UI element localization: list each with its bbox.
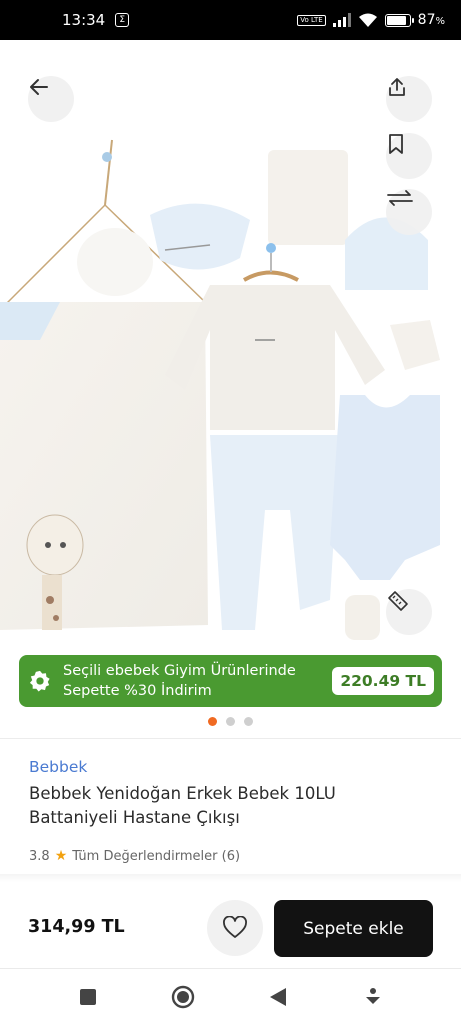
section-separator bbox=[0, 874, 461, 882]
product-image-gallery[interactable] bbox=[0, 40, 461, 640]
carousel-dot[interactable] bbox=[244, 717, 253, 726]
brand-link[interactable]: Bebbek bbox=[29, 758, 87, 776]
ruler-icon bbox=[388, 591, 408, 611]
status-time: 13:34 bbox=[62, 11, 106, 29]
arrow-left-icon bbox=[30, 79, 48, 95]
promo-text: Seçili ebebek Giyim Ürünlerinde Sepette … bbox=[63, 661, 332, 701]
battery-percent: 87 bbox=[417, 12, 436, 28]
chevron-down-icon bbox=[366, 988, 381, 1004]
product-image bbox=[0, 139, 440, 640]
rating-value: 3.8 bbox=[29, 848, 50, 864]
battery-fill bbox=[386, 15, 406, 25]
volte-icon: Vo LTE bbox=[297, 14, 326, 26]
system-nav-bar bbox=[0, 970, 461, 1024]
save-button[interactable] bbox=[386, 133, 432, 179]
status-right: Vo LTE 87% bbox=[297, 12, 445, 28]
promo-line2: Sepette %30 İndirim bbox=[63, 683, 212, 699]
status-left: 13:34 Σ bbox=[62, 11, 130, 29]
status-bar: 13:34 Σ Vo LTE 87% bbox=[0, 0, 461, 40]
home-circle-icon bbox=[171, 985, 195, 1009]
add-to-cart-button[interactable]: Sepete ekle bbox=[274, 900, 433, 957]
battery-icon bbox=[384, 13, 414, 27]
rating-row[interactable]: 3.8 ★ Tüm Değerlendirmeler (6) bbox=[29, 848, 240, 864]
recents-button[interactable] bbox=[74, 983, 102, 1011]
star-icon: ★ bbox=[54, 848, 68, 864]
product-price: 314,99 TL bbox=[28, 917, 125, 937]
heart-icon bbox=[223, 916, 247, 938]
promo-line1: Seçili ebebek Giyim Ürünlerinde bbox=[63, 663, 296, 679]
reviews-link[interactable]: Tüm Değerlendirmeler (6) bbox=[72, 849, 240, 864]
compare-arrows-icon bbox=[387, 190, 413, 206]
promo-price: 220.49 TL bbox=[332, 667, 434, 695]
divider bbox=[0, 738, 461, 739]
carousel-dot[interactable] bbox=[226, 717, 235, 726]
share-icon bbox=[389, 78, 405, 96]
bookmark-icon bbox=[389, 134, 403, 154]
signal-icon bbox=[332, 13, 351, 27]
discount-gear-icon bbox=[29, 670, 50, 692]
square-icon bbox=[79, 989, 96, 1005]
home-button[interactable] bbox=[169, 983, 197, 1011]
assistant-button[interactable] bbox=[359, 983, 387, 1011]
triangle-back-icon bbox=[270, 988, 287, 1006]
size-guide-button[interactable] bbox=[386, 589, 432, 635]
share-button[interactable] bbox=[386, 76, 432, 122]
favorite-button[interactable] bbox=[207, 900, 263, 956]
product-title: Bebbek Yenidoğan Erkek Bebek 10LU Battan… bbox=[29, 784, 336, 827]
notification-icon: Σ bbox=[115, 13, 130, 27]
carousel-indicator bbox=[0, 717, 461, 726]
carousel-dot[interactable] bbox=[208, 717, 217, 726]
battery-unit: % bbox=[435, 16, 445, 27]
divider bbox=[0, 968, 461, 969]
product-detail-screen: 13:34 Σ Vo LTE 87% Seçili ebebek Giyim Ü… bbox=[0, 0, 461, 1024]
discount-banner[interactable]: Seçili ebebek Giyim Ürünlerinde Sepette … bbox=[19, 655, 442, 707]
back-nav-button[interactable] bbox=[264, 983, 292, 1011]
back-button[interactable] bbox=[28, 76, 74, 122]
wifi-icon bbox=[358, 13, 377, 27]
compare-button[interactable] bbox=[386, 189, 432, 235]
battery-text: 87% bbox=[418, 12, 445, 28]
